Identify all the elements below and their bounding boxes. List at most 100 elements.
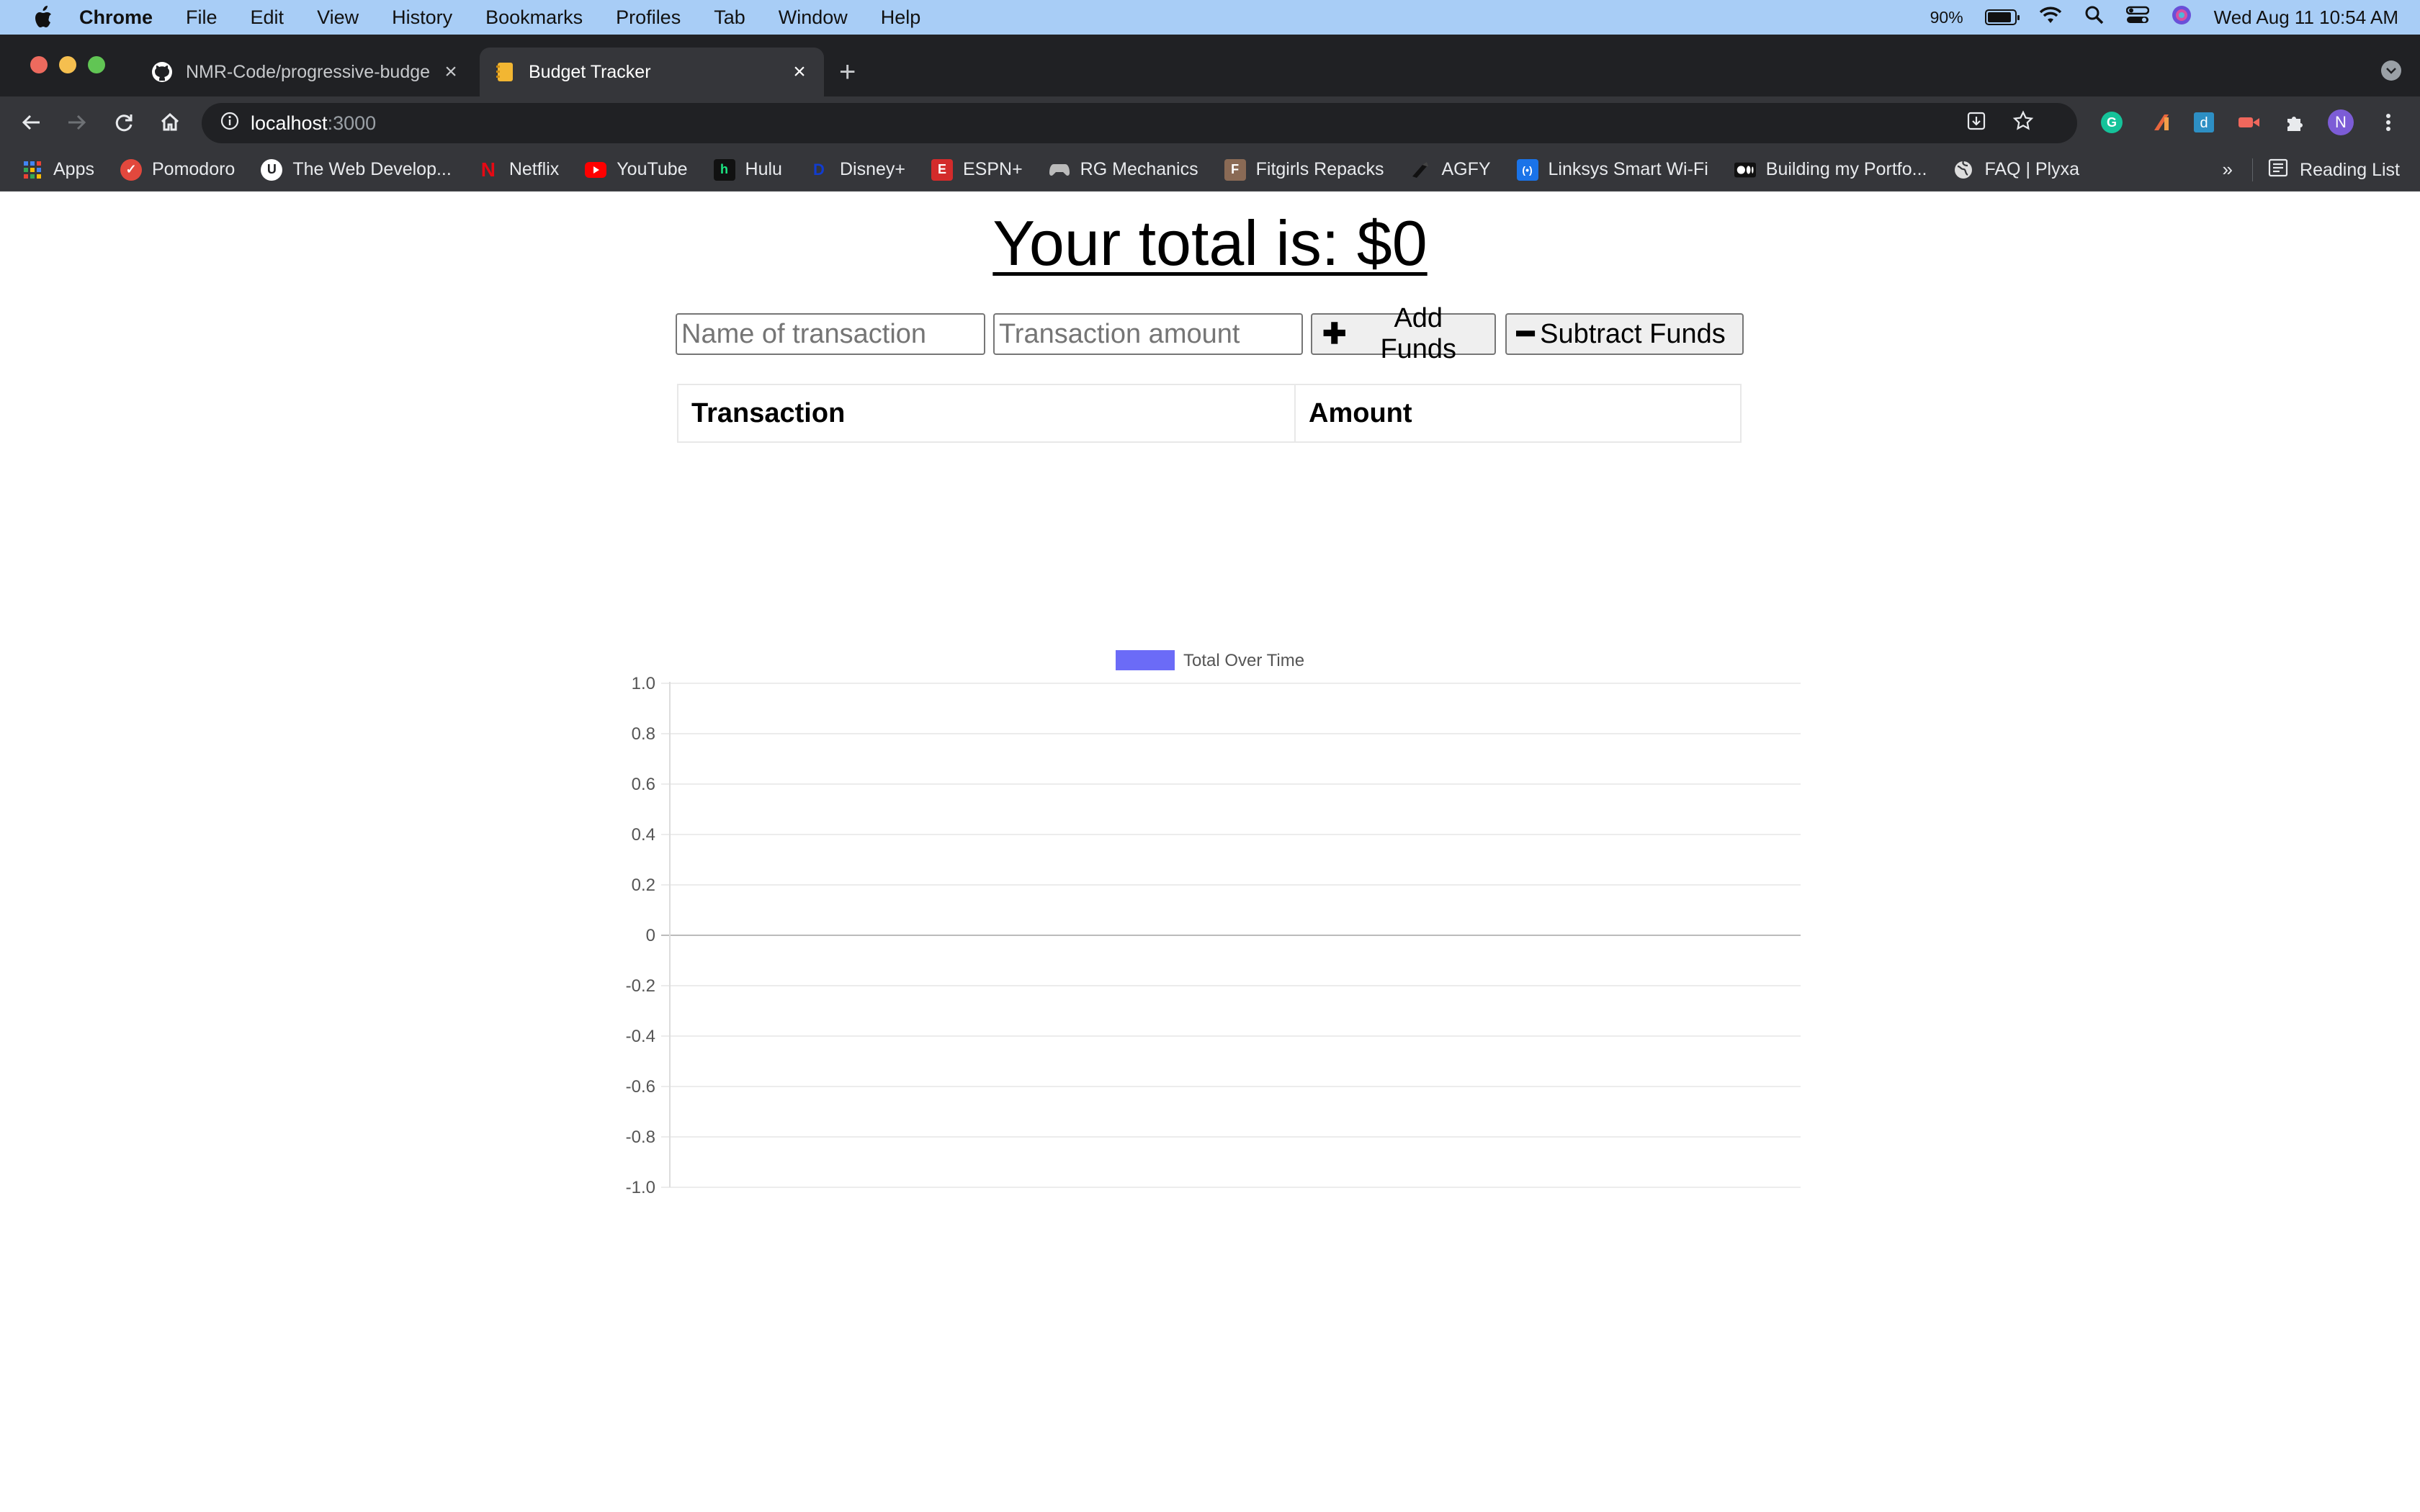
menu-file[interactable]: File <box>186 6 218 29</box>
new-tab-button[interactable]: + <box>839 56 856 88</box>
bookmark-faq-plyxa[interactable]: FAQ | Plyxa <box>1953 159 2079 181</box>
screen-recorder-icon[interactable] <box>2236 109 2262 135</box>
hulu-icon: h <box>713 158 735 181</box>
url-port: :3000 <box>327 112 377 134</box>
bookmarks-overflow-chevron-icon[interactable]: » <box>2223 158 2233 181</box>
bookmark-apps[interactable]: Apps <box>22 159 94 181</box>
bookmark-building-portfolio[interactable]: Building my Portfo... <box>1734 159 1927 181</box>
y-tick-label: 0.8 <box>632 724 655 744</box>
bookmark-youtube[interactable]: YouTube <box>585 159 688 181</box>
control-center-icon[interactable] <box>2125 6 2149 30</box>
address-bar[interactable]: localhost:3000 <box>202 103 2077 143</box>
bookmark-rg-mechanics[interactable]: RG Mechanics <box>1049 159 1198 181</box>
tab-close-icon[interactable]: × <box>441 60 461 84</box>
apple-menu-icon[interactable] <box>29 0 60 35</box>
udemy-icon: U <box>261 158 283 181</box>
reading-list-icon <box>2268 158 2288 182</box>
bookmark-label: Linksys Smart Wi-Fi <box>1548 159 1708 179</box>
disney-icon: D <box>813 160 825 179</box>
y-tick-label: -0.8 <box>626 1128 655 1147</box>
menu-history[interactable]: History <box>392 6 452 29</box>
bookmark-label: AGFY <box>1441 159 1491 179</box>
extensions-puzzle-icon[interactable] <box>2282 109 2308 135</box>
reading-list-button[interactable]: Reading List <box>2268 148 2400 192</box>
battery-icon[interactable] <box>1984 9 2020 25</box>
tab-strip: NMR-Code/progressive-budge × Budget Trac… <box>0 35 2420 96</box>
menu-profiles[interactable]: Profiles <box>616 6 681 29</box>
transaction-amount-input[interactable] <box>993 313 1303 355</box>
bookmark-web-developer[interactable]: U The Web Develop... <box>261 158 452 181</box>
apps-grid-icon <box>22 159 43 181</box>
table-header-row: Transaction Amount <box>677 384 1742 443</box>
bookmark-espn-plus[interactable]: E ESPN+ <box>931 158 1023 181</box>
menu-edit[interactable]: Edit <box>251 6 284 29</box>
notebook-icon <box>494 61 516 83</box>
bookmark-label: Hulu <box>745 159 782 179</box>
y-tick-label: -0.4 <box>626 1027 655 1046</box>
window-zoom-button[interactable] <box>88 56 105 73</box>
subtract-funds-button[interactable]: ━ Subtract Funds <box>1505 313 1744 355</box>
netflix-icon: N <box>480 158 496 181</box>
install-app-icon[interactable] <box>1966 111 1986 136</box>
y-tick-label: 0.2 <box>632 876 655 895</box>
github-icon <box>151 61 173 83</box>
svg-text:G: G <box>2107 115 2117 130</box>
siri-icon[interactable] <box>2171 4 2192 31</box>
menu-window[interactable]: Window <box>779 6 848 29</box>
bookmark-label: FAQ | Plyxa <box>1984 159 2080 179</box>
bookmark-linksys[interactable]: (•) Linksys Smart Wi-Fi <box>1516 158 1708 181</box>
bookmark-label: ESPN+ <box>962 159 1023 179</box>
window-minimize-button[interactable] <box>59 56 76 73</box>
profile-avatar[interactable]: N <box>2328 109 2354 135</box>
tab-github-repo[interactable]: NMR-Code/progressive-budge × <box>137 48 475 96</box>
chrome-menu-icon[interactable] <box>2375 109 2401 135</box>
url-host: localhost <box>251 112 328 134</box>
agfy-icon <box>1410 159 1431 181</box>
bookmark-agfy[interactable]: AGFY <box>1410 159 1491 181</box>
bookmark-label: Pomodoro <box>151 159 236 179</box>
bookmark-hulu[interactable]: h Hulu <box>713 158 782 181</box>
y-tick-label: 0.6 <box>632 775 655 794</box>
bookmark-disney-plus[interactable]: D Disney+ <box>808 159 905 181</box>
bookmark-netflix[interactable]: N Netflix <box>478 158 560 181</box>
y-tick-label: 0 <box>646 926 655 945</box>
bookmark-pomodoro[interactable]: ✓ Pomodoro <box>120 158 236 181</box>
reload-icon[interactable] <box>108 107 140 138</box>
menu-tab[interactable]: Tab <box>714 6 745 29</box>
transactions-table: Transaction Amount <box>677 384 1742 443</box>
home-icon[interactable] <box>154 107 186 138</box>
column-header-amount: Amount <box>1294 384 1742 443</box>
forward-icon[interactable] <box>60 107 92 138</box>
bookmark-fitgirls-repacks[interactable]: F Fitgirls Repacks <box>1224 158 1384 181</box>
tab-search-icon[interactable] <box>2381 60 2401 81</box>
tab-budget-tracker[interactable]: Budget Tracker × <box>480 48 824 96</box>
medium-icon <box>1734 159 1756 181</box>
browser-toolbar: localhost:3000 G d N <box>0 96 2420 148</box>
menu-bookmarks[interactable]: Bookmarks <box>485 6 583 29</box>
add-funds-button[interactable]: ✚ Add Funds <box>1311 303 1496 364</box>
plus-icon: ✚ <box>1322 318 1347 350</box>
fitgirl-icon: F <box>1224 158 1246 181</box>
window-close-button[interactable] <box>30 56 48 73</box>
svg-text:d: d <box>2200 115 2208 131</box>
wifi-icon[interactable] <box>2038 6 2063 30</box>
bookmark-label: Disney+ <box>839 159 905 179</box>
tab-title: NMR-Code/progressive-budge <box>186 61 431 82</box>
menu-help[interactable]: Help <box>881 6 921 29</box>
transaction-name-input[interactable] <box>676 313 985 355</box>
tab-close-icon[interactable]: × <box>789 60 810 84</box>
y-tick-label: 0.4 <box>632 825 655 845</box>
menu-app-name[interactable]: Chrome <box>79 6 153 29</box>
clock[interactable]: Wed Aug 11 10:54 AM <box>2214 6 2398 29</box>
bookmark-star-icon[interactable] <box>2012 109 2034 137</box>
back-icon[interactable] <box>16 107 48 138</box>
grammarly-icon[interactable]: G <box>2099 109 2125 135</box>
dashlane-icon[interactable]: d <box>2191 109 2217 135</box>
menu-view[interactable]: View <box>317 6 359 29</box>
site-info-icon[interactable] <box>220 112 239 135</box>
spotlight-search-icon[interactable] <box>2084 5 2105 30</box>
bookmarks-bar: Apps ✓ Pomodoro U The Web Develop... N N… <box>0 148 2420 192</box>
clockify-icon[interactable] <box>2148 109 2174 135</box>
linksys-icon: (•) <box>1516 158 1538 181</box>
transaction-form: ✚ Add Funds ━ Subtract Funds <box>676 303 1744 364</box>
